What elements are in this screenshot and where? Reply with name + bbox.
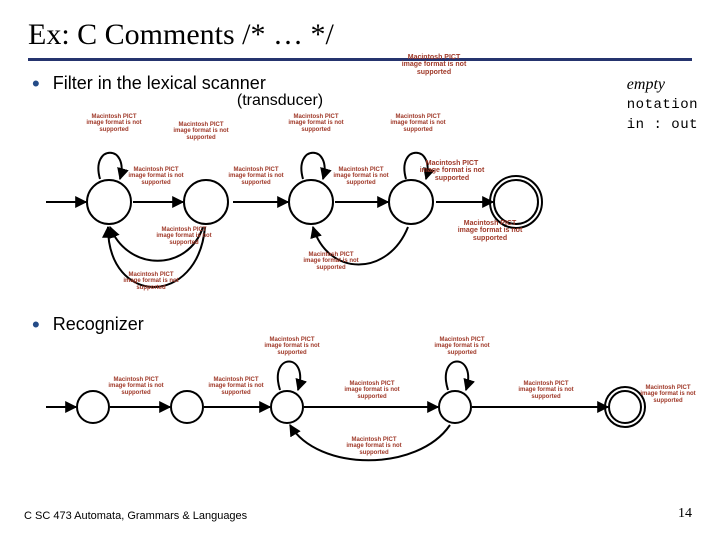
pict-placeholder: Macintosh PICT image format is not suppo… — [518, 381, 574, 400]
pict-placeholder: Macintosh PICT image format is not suppo… — [228, 167, 284, 186]
bullet-filter: • Filter in the lexical scanner — [32, 73, 692, 94]
bullet-recognizer: • Recognizer — [32, 314, 692, 335]
pict-placeholder: Macintosh PICT image format is not suppo… — [454, 220, 526, 242]
page-title: Ex: C Comments /* … */ — [28, 18, 692, 52]
title-rule — [28, 58, 692, 61]
transducer-arrows — [28, 112, 708, 342]
bullet-filter-text: Filter in the lexical scanner — [53, 73, 266, 93]
pict-placeholder: Macintosh PICT image format is not suppo… — [640, 385, 696, 404]
pict-placeholder: Macintosh PICT image format is not suppo… — [434, 337, 490, 356]
pict-placeholder: Macintosh PICT image format is not suppo… — [344, 381, 400, 400]
state-r0 — [76, 390, 110, 424]
sublabel-transducer: (transducer) — [0, 92, 692, 110]
pict-placeholder: Macintosh PICT image format is not suppo… — [264, 337, 320, 356]
state-t1 — [183, 179, 229, 225]
state-t0 — [86, 179, 132, 225]
pict-placeholder: Macintosh PICT image format is not suppo… — [128, 167, 184, 186]
pict-placeholder: Macintosh PICT image format is not suppo… — [86, 114, 142, 133]
pict-placeholder: Macintosh PICT image format is not suppo… — [288, 114, 344, 133]
state-r2 — [270, 390, 304, 424]
pict-placeholder: Macintosh PICT image format is not suppo… — [173, 122, 229, 141]
pict-placeholder: Macintosh PICT image format is not suppo… — [416, 160, 488, 182]
state-r4 — [608, 390, 642, 424]
recognizer-fsm: Macintosh PICT image format is not suppo… — [28, 337, 692, 477]
footer-course: C SC 473 Automata, Grammars & Languages — [24, 510, 247, 522]
pict-placeholder: Macintosh PICT image format is not suppo… — [303, 252, 359, 271]
bullet-recognizer-text: Recognizer — [53, 314, 144, 334]
pict-placeholder: Macintosh PICT image format is not suppo… — [123, 272, 179, 291]
pict-placeholder: Macintosh PICT image format is not suppo… — [208, 377, 264, 396]
pict-placeholder: Macintosh PICT image format is not suppo… — [333, 167, 389, 186]
bullet-dot: • — [32, 78, 40, 90]
state-t4 — [493, 179, 539, 225]
pict-placeholder: Macintosh PICT image format is not suppo… — [346, 437, 402, 456]
legend-empty: empty — [627, 74, 698, 96]
state-r3 — [438, 390, 472, 424]
state-t3 — [388, 179, 434, 225]
pict-placeholder: Macintosh PICT image format is not suppo… — [390, 114, 446, 133]
transducer-fsm: Macintosh PICT image format is not suppo… — [28, 112, 692, 312]
pict-placeholder: Macintosh PICT image format is not suppo… — [108, 377, 164, 396]
state-r1 — [170, 390, 204, 424]
pict-placeholder: Macintosh PICT image format is not suppo… — [398, 54, 470, 76]
pict-placeholder: Macintosh PICT image format is not suppo… — [156, 227, 212, 246]
page-number: 14 — [678, 506, 692, 522]
bullet-dot: • — [32, 319, 40, 331]
state-t2 — [288, 179, 334, 225]
